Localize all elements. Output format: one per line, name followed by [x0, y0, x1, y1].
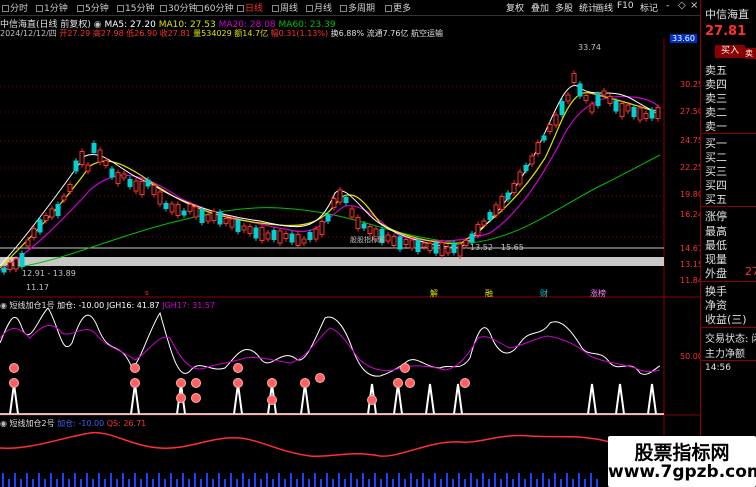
period-tab-multi[interactable]: 多周期	[340, 1, 375, 14]
low-label: 低26.90	[126, 29, 158, 38]
indicator1-legend: ◉ 短线加仓1号 加仓: -10.00 JGH16: 41.87 JGH17: …	[0, 300, 215, 311]
turnover-label: 换6.88%	[330, 29, 365, 38]
checkbox-icon	[306, 5, 313, 12]
current-price: 27.81	[705, 24, 747, 39]
checkbox-icon	[196, 5, 203, 12]
ma60-line	[0, 154, 661, 271]
event-tag-jie[interactable]: 解	[430, 288, 438, 298]
period-tab-daily[interactable]: 日线	[237, 1, 263, 14]
period-tab-30min[interactable]: 30分钟	[160, 1, 197, 14]
change-label: 幅0.31(1.13%)	[270, 29, 329, 38]
stat-value: 27	[745, 265, 756, 278]
order-level: 买五	[705, 193, 727, 206]
period-tab-5min[interactable]: 5分钟	[77, 1, 109, 14]
amount-label: 额14.7亿	[234, 29, 269, 38]
indicator1-name: 短线加仓1号	[9, 301, 55, 310]
period-tab-fenshi[interactable]: 分时	[2, 1, 28, 14]
indicator2-qs: QS: 26.71	[106, 419, 147, 428]
high-price-label: 33.74	[578, 43, 601, 52]
stat-label: 外盘	[705, 267, 727, 280]
mark-button[interactable]: 标记	[640, 1, 658, 14]
multi-stock-button[interactable]: 多股	[555, 1, 573, 14]
range-band	[0, 257, 664, 266]
range-label-2: 13.52 - 15.65	[470, 243, 524, 252]
jgh17-line	[0, 324, 661, 373]
close-label: 收27.81	[159, 29, 191, 38]
period-tab-1min[interactable]: 1分钟	[36, 1, 68, 14]
watermark-title: 股票指标网	[634, 442, 730, 464]
site-watermark: 股票指标网 www.7gpzb.com	[608, 436, 756, 487]
trade-status: 交易状态: 闭	[705, 334, 756, 345]
restore-icon[interactable]: ◇	[678, 0, 686, 11]
dot-icon: ◉	[0, 301, 7, 310]
indicator1-add: 加仓: -10.00	[57, 301, 105, 310]
stock-name: 中信海直	[705, 8, 749, 21]
divider	[701, 206, 756, 207]
event-tag-rong[interactable]: 融	[485, 288, 493, 298]
divider	[701, 281, 756, 282]
divider	[701, 133, 756, 134]
restore-rights-button[interactable]: 复权	[506, 1, 524, 14]
buy-button[interactable]: 买入	[715, 45, 745, 58]
collapse-button[interactable]: -	[666, 1, 669, 11]
volume-label: 量534029	[193, 29, 232, 38]
volume-bars	[2, 473, 598, 487]
low-price-label: 11.17	[26, 283, 49, 292]
checkbox-icon	[160, 5, 167, 12]
date-label: 2024/12/12/四	[0, 29, 57, 38]
indicator1-jgh16: JGH16: 41.87	[106, 301, 160, 310]
f10-button[interactable]: F10	[617, 1, 634, 11]
divider	[701, 327, 756, 328]
quote-side-panel: 中信海直 27.81 买入 卖五 卖四 卖三 卖二 卖一 买一 买二 买三 买四…	[700, 0, 756, 487]
qs-line	[0, 431, 661, 458]
high-label: 高27.98	[92, 29, 124, 38]
divider	[701, 360, 756, 361]
overlay-button[interactable]: 叠加	[531, 1, 549, 14]
checkbox-icon	[36, 5, 43, 12]
sell-button[interactable]: 卖出	[745, 48, 756, 59]
open-label: 开27.29	[59, 29, 91, 38]
indicator2-name: 短线加仓2号	[9, 419, 55, 428]
tick-time: 14:56	[705, 363, 731, 373]
jgh16-line	[0, 307, 661, 377]
period-tab-15min[interactable]: 15分钟	[117, 1, 154, 14]
period-tab-weekly[interactable]: 周线	[272, 1, 298, 14]
period-toolbar: 分时 1分钟 5分钟 15分钟 30分钟 60分钟 日线 周线 月线 多周期 更…	[0, 0, 700, 16]
net-flow-label: 主力净额	[705, 349, 745, 360]
draw-line-button[interactable]: 画线	[595, 1, 613, 14]
range-label-1: 12.91 - 13.89	[22, 269, 76, 278]
y-tick-label: 33.60	[670, 34, 697, 43]
checkbox-icon	[340, 5, 347, 12]
indicator2-add: 加仓: -10.00	[57, 419, 105, 428]
period-tab-more[interactable]: 更多	[385, 1, 411, 14]
industry-label: 航空运输	[410, 29, 443, 38]
event-tag-cai[interactable]: 财	[540, 288, 548, 298]
dot-icon: ◉	[0, 419, 7, 428]
stat-label: 涨停	[705, 210, 727, 223]
event-tag-zhangbang[interactable]: 涨榜	[590, 288, 606, 298]
period-tab-monthly[interactable]: 月线	[306, 1, 332, 14]
close-icon[interactable]: ×	[690, 0, 698, 11]
inner-watermark: 股股指标网	[350, 235, 385, 244]
checkbox-icon	[385, 5, 392, 12]
float-label: 流通7.76亿	[366, 29, 409, 38]
checkbox-icon	[117, 5, 124, 12]
checkbox-icon	[237, 5, 244, 12]
watermark-url: www.7gpzb.com	[608, 462, 756, 482]
indicator1-jgh17: JGH17: 31.57	[162, 301, 216, 310]
stat-label: 收益(三)	[705, 313, 747, 326]
checkbox-icon	[77, 5, 84, 12]
jiacang-signals	[9, 363, 657, 415]
period-tab-60min[interactable]: 60分钟	[196, 1, 233, 14]
ma10-line	[0, 92, 661, 269]
indicator2-legend: ◉ 短线加仓2号 加仓: -10.00 QS: 26.71	[0, 418, 146, 429]
checkbox-icon	[272, 5, 279, 12]
checkbox-icon	[2, 5, 9, 12]
order-level: 卖一	[705, 120, 727, 133]
event-tag-marker: s	[145, 289, 149, 297]
